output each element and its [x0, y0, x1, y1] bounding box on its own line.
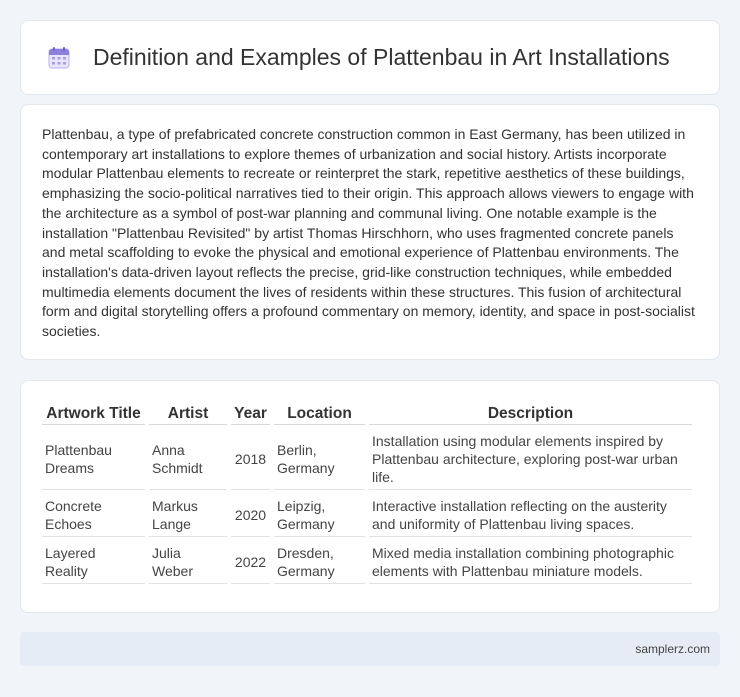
cell-title: Layered Reality — [42, 539, 145, 584]
calendar-icon — [48, 46, 70, 68]
page-title: Definition and Examples of Plattenbau in… — [93, 44, 670, 70]
table-row: Plattenbau Dreams Anna Schmidt 2018 Berl… — [42, 427, 692, 490]
header-card: Definition and Examples of Plattenbau in… — [20, 20, 720, 95]
cell-description: Installation using modular elements insp… — [369, 427, 692, 490]
footer-site-link[interactable]: samplerz.com — [635, 642, 710, 656]
cell-location: Dresden, Germany — [274, 539, 365, 584]
column-header-title: Artwork Title — [42, 403, 145, 425]
artworks-table: Artwork Title Artist Year Location Descr… — [38, 401, 696, 586]
cell-location: Berlin, Germany — [274, 427, 365, 490]
cell-year: 2020 — [231, 492, 270, 537]
footer: samplerz.com — [20, 632, 720, 666]
cell-year: 2018 — [231, 427, 270, 490]
cell-title: Concrete Echoes — [42, 492, 145, 537]
table-card: Artwork Title Artist Year Location Descr… — [20, 380, 720, 613]
intro-paragraph: Plattenbau, a type of prefabricated conc… — [42, 126, 695, 340]
column-header-year: Year — [231, 403, 270, 425]
cell-artist: Markus Lange — [149, 492, 227, 537]
intro-card: Plattenbau, a type of prefabricated conc… — [20, 104, 720, 360]
cell-artist: Anna Schmidt — [149, 427, 227, 490]
cell-description: Mixed media installation combining photo… — [369, 539, 692, 584]
cell-year: 2022 — [231, 539, 270, 584]
table-header-row: Artwork Title Artist Year Location Descr… — [42, 403, 692, 425]
table-row: Layered Reality Julia Weber 2022 Dresden… — [42, 539, 692, 584]
column-header-location: Location — [274, 403, 365, 425]
column-header-description: Description — [369, 403, 692, 425]
column-header-artist: Artist — [149, 403, 227, 425]
cell-description: Interactive installation reflecting on t… — [369, 492, 692, 537]
table-row: Concrete Echoes Markus Lange 2020 Leipzi… — [42, 492, 692, 537]
cell-title: Plattenbau Dreams — [42, 427, 145, 490]
cell-artist: Julia Weber — [149, 539, 227, 584]
cell-location: Leipzig, Germany — [274, 492, 365, 537]
